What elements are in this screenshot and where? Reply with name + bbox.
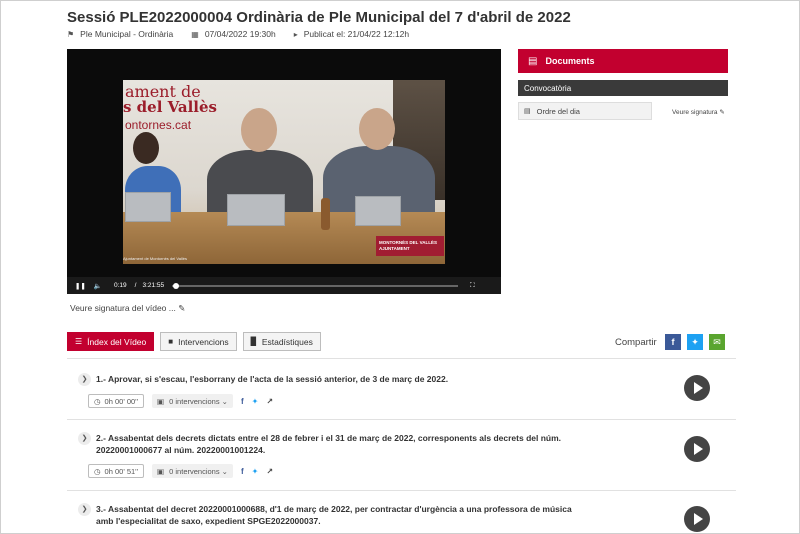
person-right-head — [359, 108, 395, 150]
progress-knob[interactable] — [172, 282, 179, 289]
document-signature-text: Veure signatura — [672, 109, 718, 116]
time-value: 0h 00' 00'' — [104, 396, 139, 406]
progress-bar[interactable] — [172, 282, 459, 289]
chevron-right-icon[interactable]: ❯ — [78, 373, 91, 386]
list-icon: ☰ — [75, 337, 83, 346]
agenda-item-title[interactable]: 3.- Assabentat del decret 20220001000688… — [96, 503, 586, 527]
convocatoria-label: Convocatòria — [524, 83, 572, 93]
documents-header: ▤ Documents — [518, 49, 728, 73]
interventions-count: 0 intervencions — [169, 466, 220, 476]
video-caption: Ajuntament de Montornès del Vallès — [123, 256, 187, 261]
twitter-share-button[interactable]: ✦ — [687, 334, 703, 350]
tab-index[interactable]: ☰ Índex del Vídeo — [67, 332, 155, 351]
comment-icon: ▣ — [157, 396, 165, 406]
facebook-share-button[interactable]: f — [665, 334, 681, 350]
time-value: 0h 00' 51'' — [104, 466, 139, 476]
agenda-item: ❯ 2.- Assabentat dels decrets dictats en… — [78, 432, 728, 478]
convocatoria-header: Convocatòria — [518, 80, 728, 96]
ordre-del-dia-button[interactable]: ▤ Ordre del dia — [518, 102, 652, 120]
share-icon[interactable]: ↗ — [266, 467, 273, 476]
documents-label: Documents — [545, 56, 595, 66]
comment-icon: ▣ — [157, 466, 165, 476]
facebook-icon: f — [671, 337, 675, 347]
meta-published: ▸ Publicat el: 21/04/22 12:12h — [294, 29, 409, 39]
meta-date: ▦ 07/04/2022 19:30h — [191, 29, 275, 39]
time-separator: / — [134, 282, 137, 289]
share-icon[interactable]: ↗ — [266, 397, 273, 406]
pause-icon[interactable]: ❚❚ — [75, 282, 86, 290]
town-logo-badge: MONTORNÈS DEL VALLÈS AJUNTAMENT — [376, 236, 444, 256]
scene-sign-line-2: s del Vallès — [123, 98, 217, 116]
email-share-button[interactable]: ✉ — [709, 334, 725, 350]
meta-category: ⚑ Ple Municipal - Ordinària — [67, 29, 173, 39]
laptop-left — [125, 192, 171, 222]
megaphone-icon: ▸ — [293, 29, 298, 39]
laptop-right — [355, 196, 401, 226]
facebook-icon[interactable]: f — [241, 397, 244, 406]
pen-icon: ✎ — [178, 303, 186, 313]
interventions-dropdown[interactable]: ▣ 0 intervencions ⌄ — [152, 394, 233, 408]
agenda-item: ❯ 1.- Aprovar, si s'escau, l'esborrany d… — [78, 373, 728, 408]
person-center-head — [241, 108, 277, 152]
calendar-icon: ▦ — [191, 29, 199, 39]
fullscreen-icon[interactable]: ⛶ — [470, 282, 475, 290]
person-left-head — [133, 132, 159, 164]
file-icon: ▤ — [524, 108, 531, 115]
water-bottle — [321, 198, 330, 230]
interventions-count: 0 intervencions — [169, 396, 220, 406]
tab-interventions-label: Intervencions — [178, 336, 229, 347]
video-signature-link[interactable]: Veure signatura del vídeo ... ✎ — [70, 303, 185, 314]
ordre-del-dia-label: Ordre del dia — [536, 106, 580, 116]
share-label: Compartir — [615, 337, 657, 348]
chevron-right-icon[interactable]: ❯ — [78, 432, 91, 445]
twitter-icon[interactable]: ✦ — [252, 397, 259, 406]
tab-statistics-label: Estadístiques — [261, 336, 313, 347]
chevron-right-icon[interactable]: ❯ — [78, 503, 91, 516]
scene-sign-line-3: ontornes.cat — [125, 118, 192, 132]
twitter-icon: ✦ — [691, 336, 699, 347]
laptop-center — [227, 194, 285, 226]
clock-icon: ◷ — [94, 466, 101, 476]
time-button[interactable]: ◷ 0h 00' 51'' — [88, 464, 145, 478]
agenda-item-title[interactable]: 1.- Aprovar, si s'escau, l'esborrany de … — [96, 373, 586, 386]
tag-icon: ⚑ — [67, 29, 75, 39]
bar-chart-icon: ▉ — [250, 337, 257, 346]
volume-icon[interactable]: 🔈 — [94, 282, 102, 290]
page-title: Sessió PLE2022000004 Ordinària de Ple Mu… — [67, 9, 571, 26]
email-icon: ✉ — [713, 336, 721, 347]
agenda-item: ❯ 3.- Assabentat del decret 202200010006… — [78, 503, 728, 532]
video-controls: ❚❚ 🔈 0:19 / 3:21:55 ⛶ — [67, 277, 501, 294]
video-frame: ament de s del Vallès ontornes.cat MONTO… — [123, 80, 445, 264]
video-signature-text: Veure signatura del vídeo ... — [70, 303, 176, 313]
meta-date-text: 07/04/2022 19:30h — [204, 29, 276, 39]
divider — [67, 490, 736, 491]
divider — [67, 419, 736, 420]
chevron-down-icon: ⌄ — [219, 396, 228, 406]
session-meta: ⚑ Ple Municipal - Ordinària ▦ 07/04/2022… — [67, 29, 427, 39]
pen-icon: ✎ — [719, 109, 725, 116]
current-time: 0:19 — [114, 282, 127, 289]
agenda-item-title[interactable]: 2.- Assabentat dels decrets dictats entr… — [96, 432, 586, 456]
tab-index-label: Índex del Vídeo — [87, 336, 147, 347]
play-button[interactable] — [684, 436, 710, 462]
tabs-bar: ☰ Índex del Vídeo ■ Intervencions ▉ Esta… — [67, 332, 327, 351]
document-icon: ▤ — [528, 55, 538, 67]
chevron-down-icon: ⌄ — [219, 466, 228, 476]
play-button[interactable] — [684, 506, 710, 532]
divider — [67, 358, 736, 359]
tab-statistics[interactable]: ▉ Estadístiques — [242, 332, 321, 351]
document-signature-link[interactable]: Veure signatura ✎ — [672, 108, 725, 116]
tab-interventions[interactable]: ■ Intervencions — [160, 332, 237, 351]
time-button[interactable]: ◷ 0h 00' 00'' — [88, 394, 145, 408]
play-button[interactable] — [684, 375, 710, 401]
duration: 3:21:55 — [142, 282, 165, 289]
facebook-icon[interactable]: f — [241, 467, 244, 476]
video-player[interactable]: ament de s del Vallès ontornes.cat MONTO… — [67, 49, 501, 294]
speaker-person-icon: ■ — [168, 337, 174, 346]
meta-category-text: Ple Municipal - Ordinària — [80, 29, 174, 39]
twitter-icon[interactable]: ✦ — [252, 467, 259, 476]
clock-icon: ◷ — [94, 396, 101, 406]
interventions-dropdown[interactable]: ▣ 0 intervencions ⌄ — [152, 464, 233, 478]
meta-published-text: Publicat el: 21/04/22 12:12h — [303, 29, 410, 39]
